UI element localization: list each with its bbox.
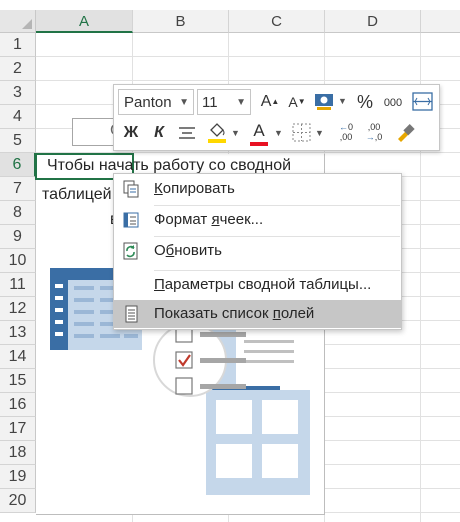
- font-name-value: Panton: [124, 94, 172, 111]
- row-header-19[interactable]: 19: [0, 465, 36, 489]
- row-header-12[interactable]: 12: [0, 297, 36, 321]
- menu-item-copy-label: Копировать: [154, 180, 235, 197]
- chevron-down-icon[interactable]: ▼: [315, 128, 324, 138]
- italic-button[interactable]: К: [148, 120, 170, 146]
- row-header-1[interactable]: 1: [0, 33, 36, 57]
- select-all-triangle-icon: [22, 19, 32, 29]
- menu-item-copy[interactable]: Копировать: [114, 175, 401, 203]
- format-cells-icon: [123, 212, 139, 228]
- row-header-4[interactable]: 4: [0, 105, 36, 129]
- row-header-10[interactable]: 10: [0, 249, 36, 273]
- menu-item-format-cells-label: Формат ячеек...: [154, 211, 264, 228]
- refresh-icon: [123, 242, 138, 260]
- row-header-14[interactable]: 14: [0, 345, 36, 369]
- row-header-13[interactable]: 13: [0, 321, 36, 345]
- shrink-font-icon: A: [288, 94, 298, 110]
- font-size-value: 11: [202, 94, 218, 111]
- row-header-18[interactable]: 18: [0, 441, 36, 465]
- decrease-decimal-button[interactable]: ,00 →,0: [364, 122, 384, 142]
- grow-font-button[interactable]: A▲: [258, 89, 282, 115]
- row-header-2[interactable]: 2: [0, 57, 36, 81]
- row-header-17[interactable]: 17: [0, 417, 36, 441]
- menu-item-refresh[interactable]: Обновить: [114, 237, 401, 265]
- menu-item-show-field-list[interactable]: Показать список полей: [114, 300, 401, 328]
- borders-icon[interactable]: [292, 123, 312, 143]
- column-header-a[interactable]: A: [36, 10, 133, 33]
- menu-item-pivot-options-label: Параметры сводной таблицы...: [154, 276, 372, 293]
- row-header-16[interactable]: 16: [0, 393, 36, 417]
- chevron-down-icon[interactable]: ▼: [274, 128, 283, 138]
- row-header-11[interactable]: 11: [0, 273, 36, 297]
- percent-button[interactable]: %: [354, 89, 376, 115]
- grid-row-line: [36, 80, 460, 81]
- menu-item-format-cells[interactable]: Формат ячеек...: [114, 206, 401, 234]
- row-header-7[interactable]: 7: [0, 177, 36, 201]
- grid-row-line: [36, 56, 460, 57]
- font-size-combo[interactable]: 11 ▼: [197, 89, 251, 115]
- chevron-down-icon[interactable]: ▼: [338, 96, 347, 106]
- fill-color-icon[interactable]: [206, 121, 228, 145]
- row-header-6[interactable]: 6: [0, 153, 36, 177]
- row-header-9[interactable]: 9: [0, 225, 36, 249]
- row-header-5[interactable]: 5: [0, 129, 36, 153]
- row-header-3[interactable]: 3: [0, 81, 36, 105]
- wrap-columns-icon[interactable]: [412, 92, 434, 112]
- column-header-e[interactable]: [421, 10, 460, 33]
- shrink-font-button[interactable]: A▼: [285, 89, 309, 115]
- mini-toolbar: Panton ▼ 11 ▼ A▲ A▼ ▼ % 000 Ж К ▼ A ▼ ▼ …: [113, 84, 440, 151]
- menu-item-show-field-list-label: Показать список полей: [154, 305, 315, 322]
- copy-icon: [123, 180, 139, 198]
- increase-decimal-button[interactable]: ←0,00: [336, 122, 356, 142]
- row-header-8[interactable]: 8: [0, 201, 36, 225]
- column-header-b[interactable]: B: [133, 10, 229, 33]
- bold-button[interactable]: Ж: [120, 120, 142, 146]
- font-color-button[interactable]: A: [248, 118, 270, 144]
- row-header-20[interactable]: 20: [0, 489, 36, 513]
- field-list-icon: [125, 305, 138, 323]
- row-header-15[interactable]: 15: [0, 369, 36, 393]
- column-header-d[interactable]: D: [325, 10, 421, 33]
- chevron-down-icon[interactable]: ▼: [231, 128, 240, 138]
- menu-item-refresh-label: Обновить: [154, 242, 222, 259]
- chevron-down-icon: ▼: [179, 97, 189, 108]
- font-color-icon: A: [253, 121, 265, 140]
- font-name-combo[interactable]: Panton ▼: [118, 89, 194, 115]
- format-painter-icon[interactable]: [394, 123, 416, 143]
- chevron-down-icon: ▼: [236, 97, 246, 108]
- column-header-c[interactable]: C: [229, 10, 325, 33]
- font-color-swatch: [250, 142, 268, 146]
- grow-font-icon: A: [260, 93, 272, 110]
- context-menu: Копировать Формат ячеек... Обновить Пара…: [113, 173, 402, 330]
- align-center-icon[interactable]: [177, 125, 197, 141]
- thousands-button[interactable]: 000: [380, 90, 406, 116]
- number-format-icon[interactable]: [314, 92, 336, 112]
- menu-item-pivot-options[interactable]: Параметры сводной таблицы...: [114, 271, 401, 299]
